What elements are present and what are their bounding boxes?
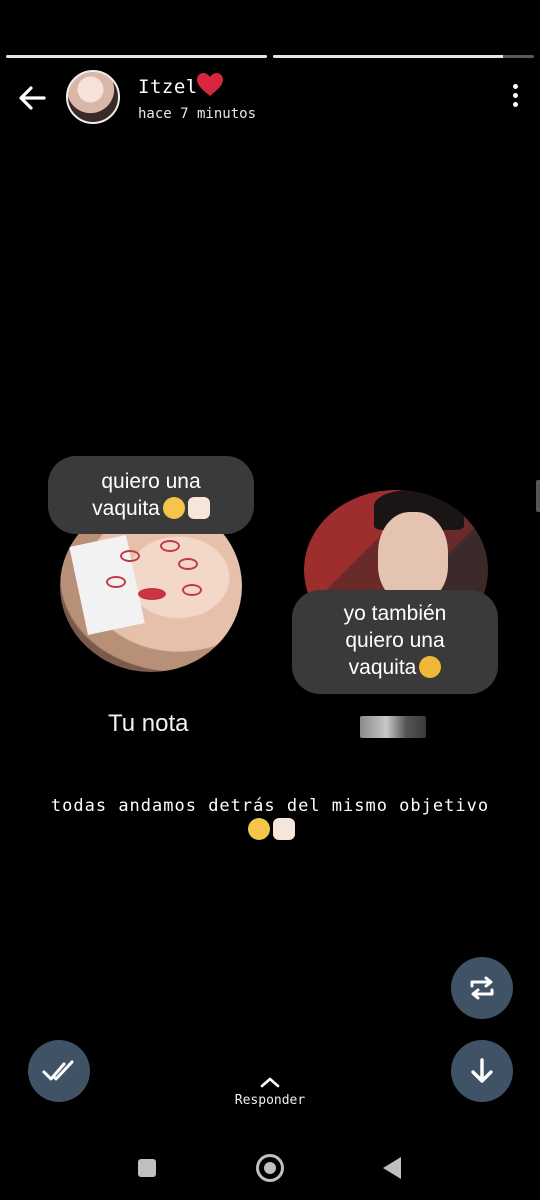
note-bubble-right: yo también quiero una vaquita bbox=[292, 590, 498, 694]
note-text-line: vaquita bbox=[92, 497, 160, 520]
system-nav-bar bbox=[0, 1135, 540, 1200]
note-text-line: vaquita bbox=[348, 656, 417, 679]
progress-segment bbox=[6, 55, 267, 58]
reply-button[interactable]: Responder bbox=[210, 1075, 330, 1108]
arrow-down-icon bbox=[471, 1058, 493, 1083]
edge-hint bbox=[536, 480, 540, 512]
pensive-face-icon bbox=[248, 818, 270, 840]
crying-cat-icon bbox=[419, 656, 442, 678]
reply-label: Responder bbox=[234, 1093, 306, 1108]
story-timestamp: hace 7 minutos bbox=[138, 106, 257, 122]
story-viewer: Itzel hace 7 minutos quiero una vaquita … bbox=[0, 0, 540, 1200]
caption-emoji bbox=[0, 818, 540, 840]
pensive-face-icon bbox=[162, 497, 185, 519]
chevron-up-icon bbox=[260, 1077, 280, 1088]
note-text-line: quiero una bbox=[101, 470, 201, 493]
progress-segment bbox=[273, 55, 534, 58]
back-triangle-icon[interactable] bbox=[383, 1157, 401, 1179]
kebab-menu-icon[interactable] bbox=[510, 84, 520, 112]
user-name[interactable]: Itzel bbox=[138, 76, 198, 98]
home-icon[interactable] bbox=[256, 1154, 284, 1182]
story-progress bbox=[6, 55, 534, 58]
seen-button[interactable] bbox=[28, 1040, 90, 1102]
raised-fist-icon bbox=[187, 497, 210, 519]
download-button[interactable] bbox=[451, 1040, 513, 1102]
recents-icon[interactable] bbox=[138, 1159, 156, 1177]
note-text-line: yo también bbox=[343, 602, 447, 625]
note-text-line: quiero una bbox=[345, 629, 445, 652]
double-check-icon bbox=[42, 1060, 74, 1081]
heart-icon bbox=[197, 73, 223, 96]
note-label-left: Tu nota bbox=[108, 710, 189, 737]
back-arrow-icon[interactable] bbox=[14, 80, 50, 116]
raised-fist-icon bbox=[273, 818, 295, 840]
note-bubble-left: quiero una vaquita bbox=[48, 456, 254, 534]
blurred-name-label bbox=[360, 716, 426, 738]
repost-icon bbox=[470, 976, 494, 1000]
repost-button[interactable] bbox=[451, 957, 513, 1019]
avatar[interactable] bbox=[66, 70, 120, 124]
